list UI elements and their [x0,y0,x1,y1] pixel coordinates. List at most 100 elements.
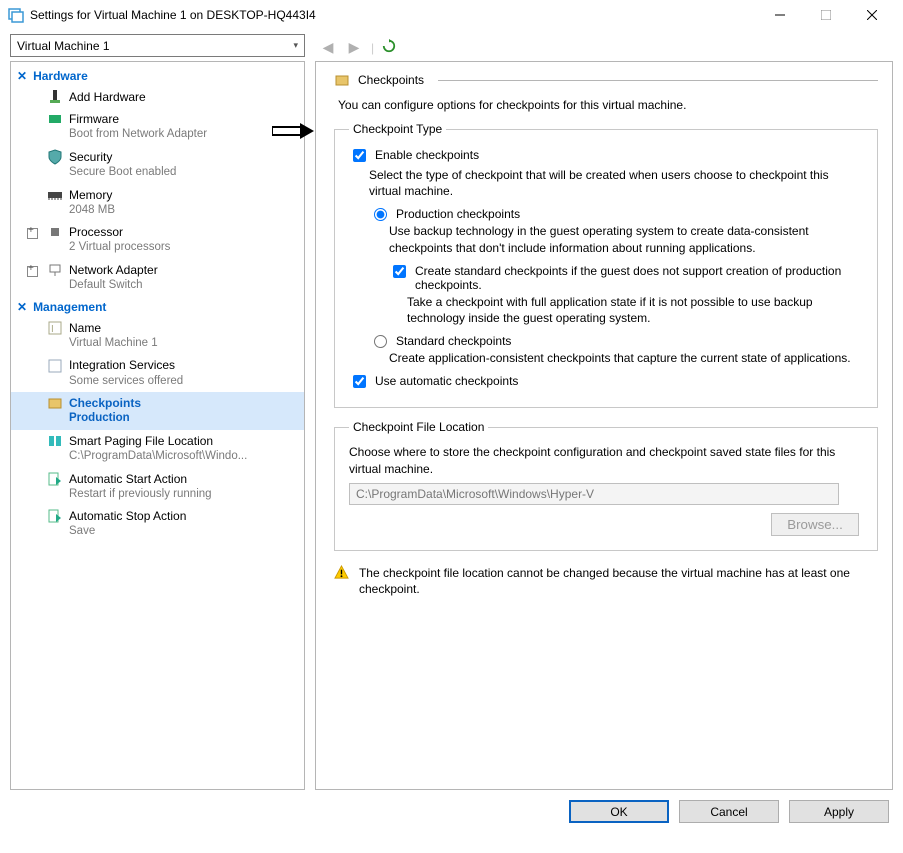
auto-stop-icon [47,508,63,524]
nav-sublabel: C:\ProgramData\Microsoft\Windo... [69,449,298,465]
nav-label: Smart Paging File Location [69,433,213,449]
nav-integration-services[interactable]: Integration Services Some services offer… [11,354,304,392]
memory-icon [47,187,63,203]
enable-checkpoints-label: Enable checkpoints [375,148,479,162]
nav-label: Integration Services [69,357,175,373]
nav-section-management[interactable]: ✕ Management [11,297,304,317]
minimize-button[interactable] [757,0,803,30]
warning-icon [334,565,349,581]
close-button[interactable] [849,0,895,30]
use-automatic-checkpoints-row[interactable]: Use automatic checkpoints [349,374,863,391]
nav-sublabel: Default Switch [69,278,298,294]
nav-auto-stop[interactable]: Automatic Stop Action Save [11,505,304,543]
smart-paging-icon [47,433,63,449]
vm-selector-dropdown[interactable]: Virtual Machine 1 ▾ [10,34,305,57]
enable-checkpoints-checkbox[interactable] [353,149,366,162]
checkpoint-file-path-input [349,483,839,505]
nav-security[interactable]: Security Secure Boot enabled [11,146,304,184]
nav-label: Processor [69,224,123,240]
vm-selector-value: Virtual Machine 1 [17,39,110,53]
nav-network-adapter[interactable]: Network Adapter Default Switch [11,259,304,297]
nav-sublabel: Virtual Machine 1 [69,336,298,352]
checkpoint-type-legend: Checkpoint Type [349,122,446,136]
panel-title: Checkpoints [358,73,424,87]
nav-name[interactable]: I Name Virtual Machine 1 [11,317,304,355]
create-standard-if-unsupported-label: Create standard checkpoints if the guest… [415,264,863,292]
apply-button[interactable]: Apply [789,800,889,823]
shield-icon [47,149,63,165]
production-checkpoints-row[interactable]: Production checkpoints [369,207,863,221]
maximize-button[interactable] [803,0,849,30]
checkpoint-type-fieldset: Checkpoint Type Enable checkpoints Selec… [334,122,878,408]
nav-sublabel: 2048 MB [69,203,298,219]
panel-intro: You can configure options for checkpoint… [338,98,878,112]
name-icon: I [47,320,63,336]
auto-start-icon [47,471,63,487]
nav-processor[interactable]: Processor 2 Virtual processors [11,221,304,259]
create-standard-if-unsupported-desc: Take a checkpoint with full application … [407,294,863,326]
collapse-icon: ✕ [17,69,27,83]
create-standard-if-unsupported-checkbox[interactable] [393,265,406,278]
nav-sublabel: 2 Virtual processors [69,240,298,256]
app-icon [8,7,24,23]
svg-text:I: I [51,324,54,335]
nav-smart-paging[interactable]: Smart Paging File Location C:\ProgramDat… [11,430,304,468]
nav-label: Network Adapter [69,262,158,278]
warning-text: The checkpoint file location cannot be c… [359,565,878,597]
use-automatic-checkpoints-label: Use automatic checkpoints [375,374,518,388]
enable-checkpoints-row[interactable]: Enable checkpoints [349,148,863,165]
nav-label: Memory [69,187,112,203]
nav-history-bar: ◀ ▶ | [315,34,893,61]
back-button[interactable]: ◀ [319,39,337,56]
network-icon [47,262,63,278]
dialog-buttons: OK Cancel Apply [0,790,903,833]
integration-icon [47,358,63,374]
nav-auto-start[interactable]: Automatic Start Action Restart if previo… [11,468,304,506]
checkpoints-icon [47,395,63,411]
nav-sublabel: Some services offered [69,374,298,390]
add-hardware-icon [47,89,63,105]
collapse-icon: ✕ [17,300,27,314]
settings-nav: ✕ Hardware Add Hardware Firmware Boot fr… [10,61,305,790]
create-standard-if-unsupported-row[interactable]: Create standard checkpoints if the guest… [389,264,863,292]
chevron-down-icon: ▾ [293,40,298,51]
checkpoint-file-location-fieldset: Checkpoint File Location Choose where to… [334,420,878,550]
standard-checkpoints-label: Standard checkpoints [396,334,511,348]
ok-button[interactable]: OK [569,800,669,823]
checkpoints-panel: Checkpoints You can configure options fo… [315,61,893,790]
nav-label: Automatic Stop Action [69,508,186,524]
divider [438,80,878,81]
warning-row: The checkpoint file location cannot be c… [334,565,878,597]
callout-arrow-icon [272,123,314,139]
refresh-button[interactable] [382,39,400,56]
processor-icon [47,224,63,240]
nav-checkpoints[interactable]: Checkpoints Production [11,392,304,430]
nav-sublabel: Save [69,524,298,540]
standard-checkpoints-row[interactable]: Standard checkpoints [369,334,863,348]
window-title: Settings for Virtual Machine 1 on DESKTO… [30,8,757,22]
nav-label: Firmware [69,111,119,127]
checkpoints-header-icon [334,72,350,88]
checkpoint-file-location-desc: Choose where to store the checkpoint con… [349,444,863,476]
nav-sublabel: Production [69,411,298,427]
standard-checkpoints-radio[interactable] [374,335,387,348]
firmware-icon [47,111,63,127]
browse-button: Browse... [771,513,859,536]
nav-sublabel: Secure Boot enabled [69,165,298,181]
nav-add-hardware[interactable]: Add Hardware [11,86,304,108]
nav-label: Checkpoints [69,395,141,411]
cancel-button[interactable]: Cancel [679,800,779,823]
nav-section-management-label: Management [33,300,106,314]
forward-button[interactable]: ▶ [345,39,363,56]
nav-sublabel: Restart if previously running [69,487,298,503]
nav-label: Name [69,320,101,336]
production-checkpoints-radio[interactable] [374,208,387,221]
nav-memory[interactable]: Memory 2048 MB [11,184,304,222]
production-checkpoints-desc: Use backup technology in the guest opera… [389,223,863,255]
use-automatic-checkpoints-checkbox[interactable] [353,375,366,388]
nav-section-hardware[interactable]: ✕ Hardware [11,66,304,86]
select-type-text: Select the type of checkpoint that will … [369,167,863,199]
nav-firmware[interactable]: Firmware Boot from Network Adapter [11,108,304,146]
titlebar: Settings for Virtual Machine 1 on DESKTO… [0,0,903,30]
checkpoint-file-location-legend: Checkpoint File Location [349,420,488,434]
